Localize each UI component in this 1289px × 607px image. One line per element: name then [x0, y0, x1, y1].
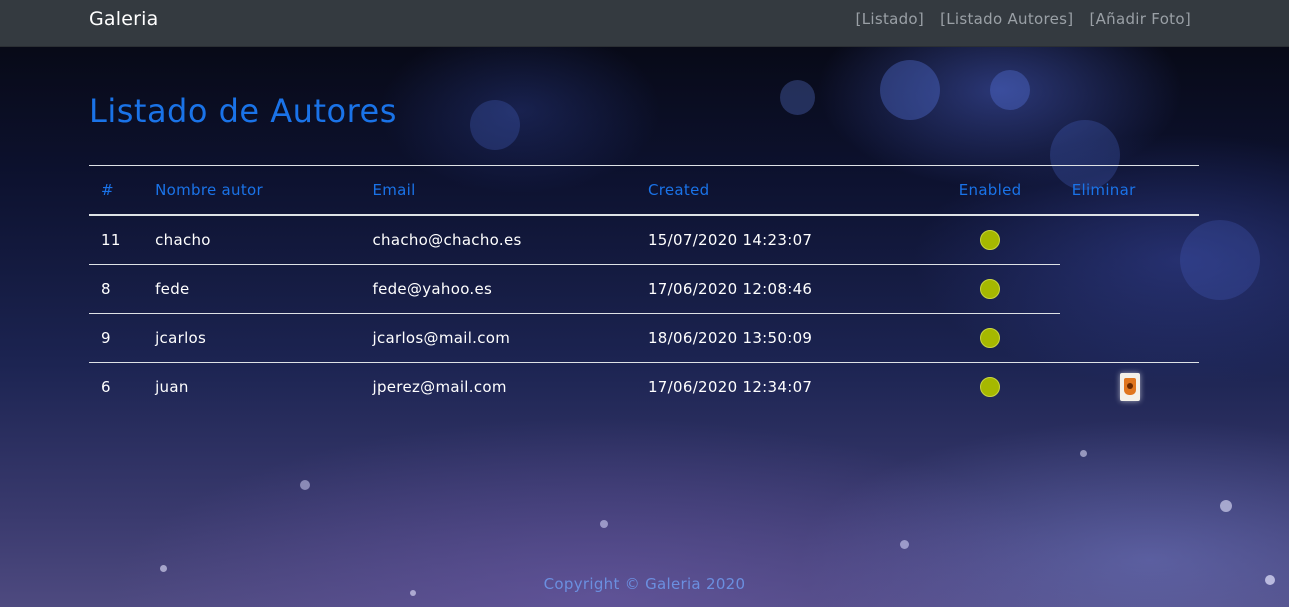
background-decoration	[600, 520, 608, 528]
cell-eliminar	[1060, 265, 1199, 314]
nav-link-anadir-foto[interactable]: [Añadir Foto]	[1089, 10, 1191, 28]
header-name: Nombre autor	[143, 165, 361, 216]
cell-name: juan	[143, 362, 361, 411]
cell-email: chacho@chacho.es	[360, 214, 636, 265]
enabled-status-icon	[980, 328, 1001, 348]
cell-created: 17/06/2020 12:08:46	[635, 264, 921, 314]
header-created: Created	[635, 165, 921, 216]
table-row: 6 juan jperez@mail.com 17/06/2020 12:34:…	[89, 362, 1199, 411]
background-decoration	[990, 70, 1030, 110]
authors-table: # Nombre autor Email Created Enabled Eli…	[89, 165, 1199, 411]
table-row: 8 fede fede@yahoo.es 17/06/2020 12:08:46	[89, 264, 1199, 314]
cell-eliminar	[1060, 215, 1199, 265]
cell-name: chacho	[143, 214, 361, 265]
nav-link-listado-autores[interactable]: [Listado Autores]	[940, 10, 1073, 28]
navbar: Galeria [Listado] [Listado Autores] [Aña…	[0, 0, 1289, 47]
background-decoration	[900, 540, 909, 549]
cell-id: 11	[89, 214, 144, 265]
cell-eliminar	[1060, 314, 1199, 363]
brand-title[interactable]: Galeria	[89, 8, 158, 30]
background-decoration	[160, 565, 167, 572]
enabled-status-icon	[980, 377, 1001, 397]
cell-eliminar	[1059, 362, 1199, 411]
cell-id: 8	[89, 264, 144, 314]
page-title: Listado de Autores	[89, 92, 397, 130]
header-email: Email	[360, 165, 636, 216]
background-decoration	[1080, 450, 1087, 457]
cell-created: 15/07/2020 14:23:07	[635, 214, 921, 265]
authors-table-container: # Nombre autor Email Created Enabled Eli…	[89, 165, 1199, 411]
background-decoration	[300, 480, 310, 490]
cell-name: fede	[143, 264, 361, 314]
enabled-status-icon	[980, 230, 1001, 250]
background-decoration	[780, 80, 815, 115]
cell-name: jcarlos	[143, 313, 361, 363]
nav-link-listado[interactable]: [Listado]	[856, 10, 925, 28]
table-row: 9 jcarlos jcarlos@mail.com 18/06/2020 13…	[89, 313, 1199, 363]
footer-copyright: Copyright © Galeria 2020	[543, 575, 746, 593]
header-eliminar: Eliminar	[1059, 165, 1199, 216]
cell-id: 9	[89, 313, 144, 363]
table-header-row: # Nombre autor Email Created Enabled Eli…	[89, 165, 1199, 216]
nav-links: [Listado] [Listado Autores] [Añadir Foto…	[856, 10, 1191, 28]
cell-enabled	[920, 313, 1060, 363]
cell-email: fede@yahoo.es	[360, 264, 636, 314]
cell-email: jcarlos@mail.com	[360, 313, 636, 363]
cell-enabled	[920, 362, 1060, 411]
cell-created: 18/06/2020 13:50:09	[635, 313, 921, 363]
header-enabled: Enabled	[920, 165, 1060, 216]
cell-created: 17/06/2020 12:34:07	[635, 362, 921, 411]
cell-enabled	[920, 264, 1060, 314]
background-decoration	[1220, 500, 1232, 512]
table-row: 11 chacho chacho@chacho.es 15/07/2020 14…	[89, 214, 1199, 265]
cell-enabled	[920, 214, 1060, 265]
header-id: #	[89, 165, 144, 216]
cell-email: jperez@mail.com	[360, 362, 636, 411]
background-decoration	[880, 60, 940, 120]
background-decoration	[470, 100, 520, 150]
trash-icon[interactable]	[1119, 373, 1140, 401]
enabled-status-icon	[980, 279, 1001, 299]
cell-id: 6	[89, 362, 144, 411]
